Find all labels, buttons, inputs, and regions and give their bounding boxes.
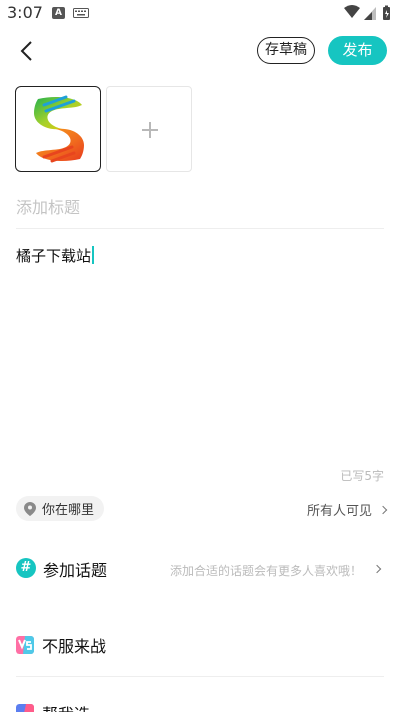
notification-a-icon: A xyxy=(52,7,65,19)
chevron-right-icon xyxy=(372,564,382,574)
body-textarea[interactable]: 橘子下载站 xyxy=(16,245,95,266)
status-bar: 3:07 A xyxy=(0,0,400,26)
location-button[interactable]: 你在哪里 xyxy=(16,496,105,521)
row-divider xyxy=(16,676,384,677)
topic-hint: 添加合适的话题会有更多人喜欢哦！ xyxy=(169,564,362,578)
text-cursor xyxy=(92,246,95,264)
add-media-button[interactable] xyxy=(106,86,192,172)
media-thumbnail[interactable] xyxy=(15,86,101,172)
signal-icon xyxy=(364,7,376,20)
visibility-label: 所有人可见 xyxy=(306,504,372,519)
topic-row[interactable]: # 参加话题 添加合适的话题会有更多人喜欢哦！ xyxy=(16,556,386,584)
status-icons xyxy=(344,5,390,20)
battery-icon xyxy=(383,5,390,20)
chevron-left-icon xyxy=(20,41,32,61)
section-label: 帮我选 xyxy=(42,701,90,712)
location-pin-icon xyxy=(24,501,36,516)
app-logo-image xyxy=(34,95,84,163)
title-input[interactable]: 添加标题 xyxy=(16,194,384,222)
wifi-icon xyxy=(344,5,360,18)
visibility-selector[interactable]: 所有人可见 xyxy=(306,500,388,519)
status-time: 3:07 xyxy=(7,3,43,22)
section-label: 不服来战 xyxy=(42,637,107,656)
versus-icon xyxy=(16,636,34,654)
chevron-right-icon xyxy=(378,505,388,514)
char-count: 已写5字 xyxy=(340,469,384,483)
body-text-value: 橘子下载站 xyxy=(16,247,92,265)
location-label: 你在哪里 xyxy=(42,503,95,518)
save-draft-button[interactable]: 存草稿 xyxy=(257,37,315,64)
pk-icon xyxy=(16,704,34,712)
keyboard-icon xyxy=(73,8,89,18)
section-row-help-choose[interactable]: 帮我选 xyxy=(16,700,386,712)
hashtag-icon: # xyxy=(16,558,36,578)
topic-label: 参加话题 xyxy=(43,561,108,580)
publish-button[interactable]: 发布 xyxy=(328,36,387,65)
back-button[interactable] xyxy=(12,36,42,66)
title-divider xyxy=(16,228,384,229)
section-row-versus[interactable]: 不服来战 xyxy=(16,632,386,660)
